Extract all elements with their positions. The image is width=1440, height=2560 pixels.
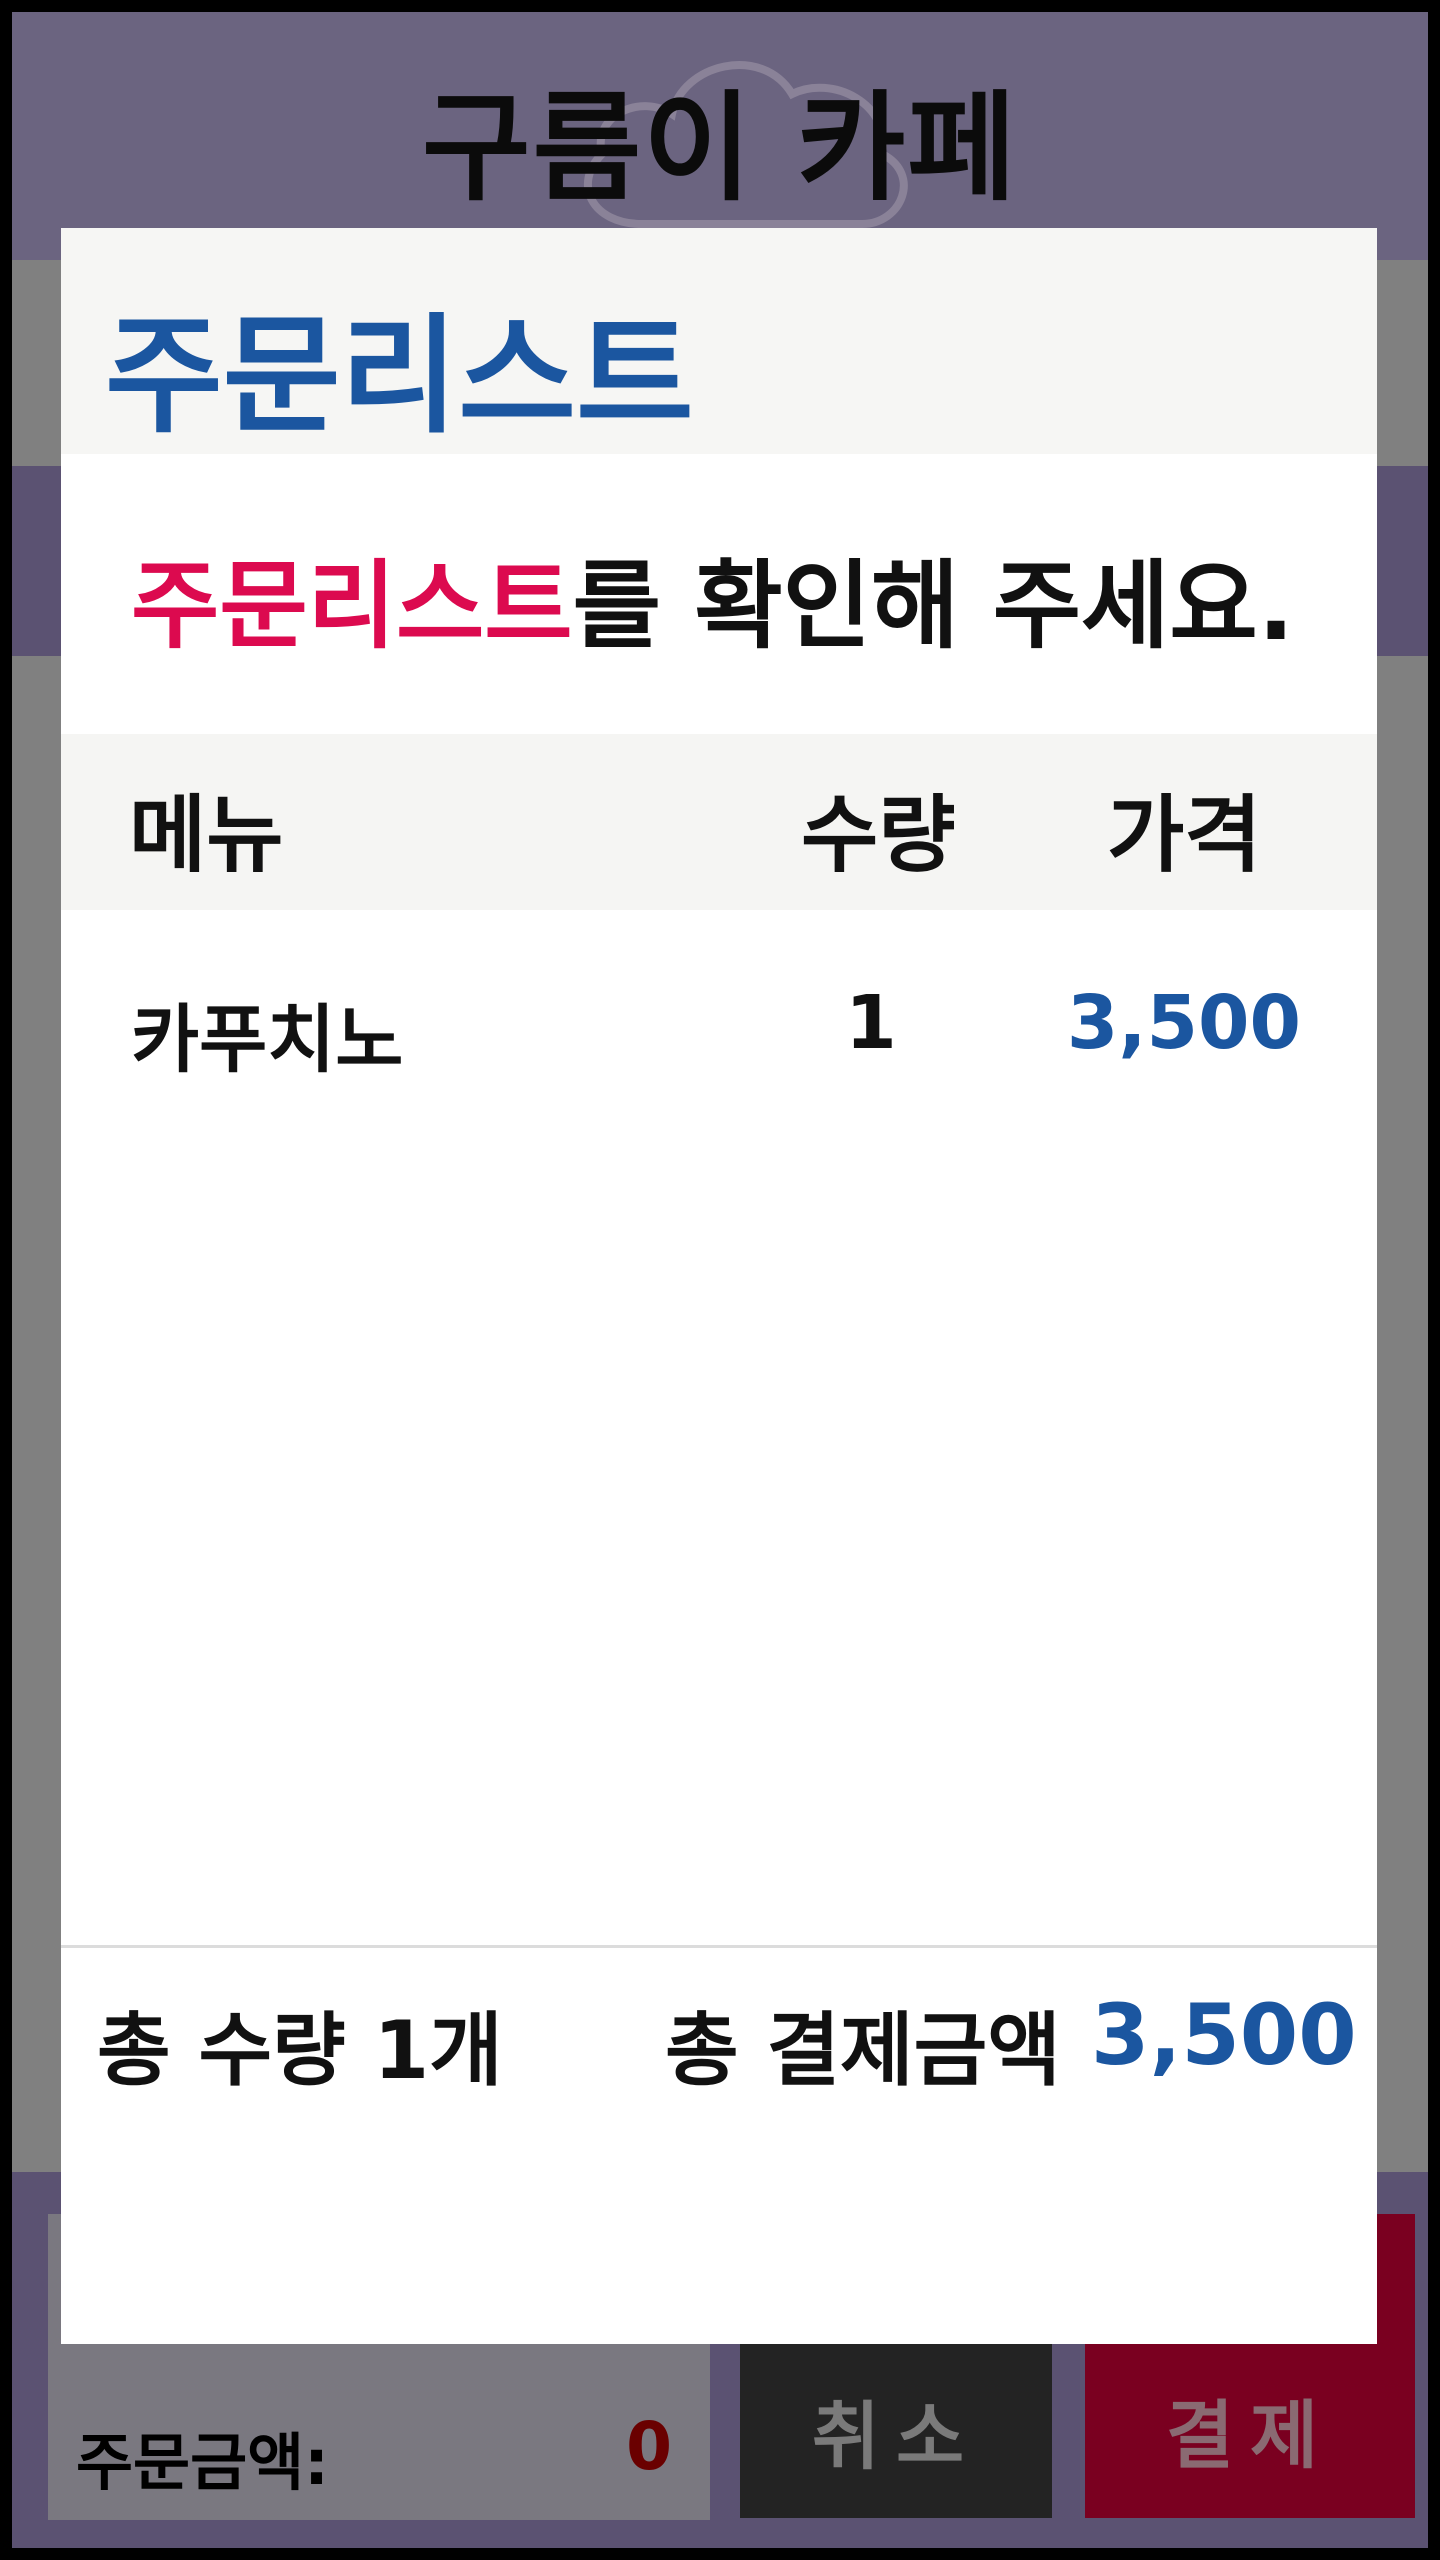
order-amount-value: 0 bbox=[626, 2408, 672, 2485]
total-quantity: 총 수량 1개 bbox=[97, 2004, 503, 2097]
total-amount-value: 3,500 bbox=[1091, 1986, 1357, 2084]
item-name: 카푸치노 bbox=[131, 997, 404, 1083]
cancel-button[interactable]: 취소 bbox=[740, 2342, 1052, 2518]
order-amount-label: 주문금액: bbox=[76, 2426, 329, 2499]
modal-header: 주문리스트 bbox=[61, 228, 1377, 454]
instruction-text: 주문리스트를 확인해 주세요. bbox=[131, 528, 1294, 667]
instruction-rest: 를 확인해 주세요. bbox=[572, 550, 1295, 662]
column-menu: 메뉴 bbox=[129, 786, 284, 884]
item-qty: 1 bbox=[845, 980, 897, 1066]
app-header: 구름이 카페 bbox=[12, 12, 1428, 260]
summary-divider bbox=[61, 1945, 1377, 1948]
order-list-modal: 주문리스트 주문리스트를 확인해 주세요. 메뉴 수량 가격 카푸치노 1 3,… bbox=[61, 228, 1377, 2344]
app-title: 구름이 카페 bbox=[422, 79, 1018, 217]
instruction-highlight: 주문리스트 bbox=[131, 550, 573, 662]
column-qty: 수량 bbox=[801, 786, 956, 884]
column-price: 가격 bbox=[1107, 786, 1262, 884]
item-price: 3,500 bbox=[1066, 980, 1301, 1066]
total-amount-label: 총 결제금액 bbox=[665, 2004, 1061, 2097]
modal-title: 주문리스트 bbox=[105, 302, 694, 451]
